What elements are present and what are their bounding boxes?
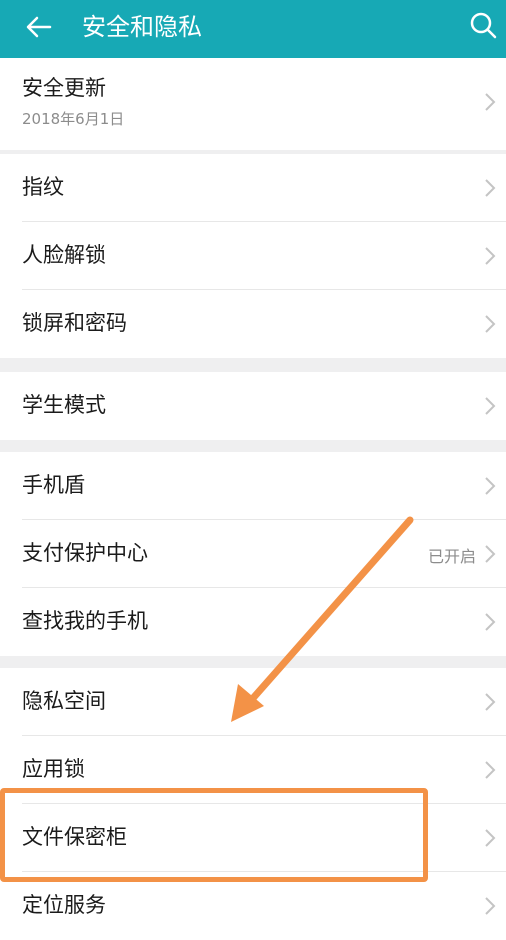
item-subtitle: 2018年6月1日 bbox=[22, 110, 125, 128]
item-label: 应用锁 bbox=[22, 757, 85, 781]
item-label: 人脸解锁 bbox=[22, 243, 106, 267]
chevron-right-icon bbox=[485, 477, 496, 495]
group-student: 学生模式 bbox=[0, 372, 506, 440]
item-label: 安全更新 bbox=[22, 76, 106, 100]
chevron-right-icon bbox=[485, 897, 496, 915]
settings-item-location-service[interactable]: 定位服务 bbox=[0, 872, 506, 940]
header-bar: 安全和隐私 bbox=[0, 0, 506, 58]
settings-item-private-space[interactable]: 隐私空间 bbox=[0, 668, 506, 736]
chevron-right-icon bbox=[485, 179, 496, 197]
chevron-right-icon bbox=[485, 829, 496, 847]
status-text: 已开启 bbox=[427, 547, 476, 566]
chevron-right-icon bbox=[485, 693, 496, 711]
item-label: 支付保护中心 bbox=[22, 541, 148, 565]
group-phone-shield: 手机盾 支付保护中心 已开启 查找我的手机 bbox=[0, 452, 506, 656]
chevron-right-icon bbox=[485, 545, 496, 563]
item-label: 手机盾 bbox=[22, 473, 85, 497]
chevron-right-icon bbox=[485, 613, 496, 631]
item-label: 锁屏和密码 bbox=[22, 311, 127, 335]
item-label: 文件保密柜 bbox=[22, 825, 127, 849]
settings-item-find-my-phone[interactable]: 查找我的手机 bbox=[0, 588, 506, 656]
item-label: 学生模式 bbox=[22, 393, 106, 417]
group-unlock: 指纹 人脸解锁 锁屏和密码 bbox=[0, 154, 506, 358]
settings-item-fingerprint[interactable]: 指纹 bbox=[0, 154, 506, 222]
chevron-right-icon bbox=[485, 397, 496, 415]
settings-item-student-mode[interactable]: 学生模式 bbox=[0, 372, 506, 440]
chevron-right-icon bbox=[485, 93, 496, 111]
item-label: 指纹 bbox=[22, 175, 64, 199]
item-label: 定位服务 bbox=[22, 893, 106, 917]
back-arrow-icon[interactable] bbox=[24, 12, 54, 42]
settings-item-app-lock[interactable]: 应用锁 bbox=[0, 736, 506, 804]
settings-item-security-update[interactable]: 安全更新 2018年6月1日 bbox=[0, 58, 506, 150]
settings-item-lockscreen-password[interactable]: 锁屏和密码 bbox=[0, 290, 506, 358]
chevron-right-icon bbox=[485, 761, 496, 779]
group-security-update: 安全更新 2018年6月1日 bbox=[0, 58, 506, 150]
settings-item-phone-shield[interactable]: 手机盾 bbox=[0, 452, 506, 520]
chevron-right-icon bbox=[485, 315, 496, 333]
search-icon[interactable] bbox=[468, 10, 498, 40]
group-privacy: 隐私空间 应用锁 文件保密柜 定位服务 bbox=[0, 668, 506, 940]
settings-item-payment-protection[interactable]: 支付保护中心 已开启 bbox=[0, 520, 506, 588]
chevron-right-icon bbox=[485, 247, 496, 265]
page-title: 安全和隐私 bbox=[82, 13, 202, 41]
item-label: 查找我的手机 bbox=[22, 609, 148, 633]
settings-item-file-safe[interactable]: 文件保密柜 bbox=[0, 804, 506, 872]
item-label: 隐私空间 bbox=[22, 689, 106, 713]
settings-item-face-unlock[interactable]: 人脸解锁 bbox=[0, 222, 506, 290]
